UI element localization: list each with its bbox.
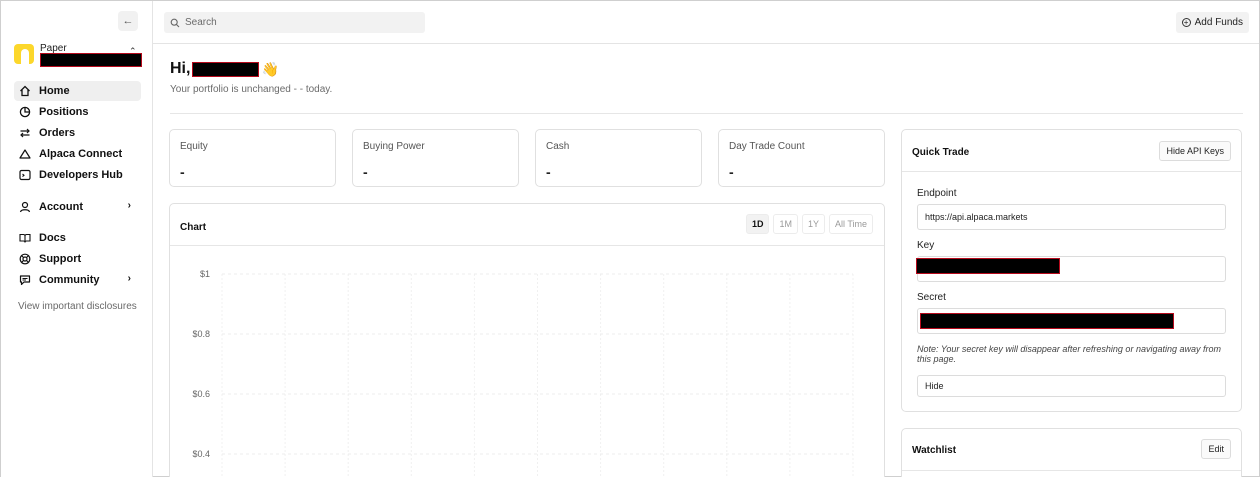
sidebar: ← Paper ⌃ Home Positions Orders Alpaca C…	[1, 1, 153, 477]
y-tick-label: $1	[200, 269, 210, 279]
sidebar-item-community[interactable]: Community ›	[14, 270, 141, 290]
stat-value: -	[546, 164, 551, 180]
stat-value: -	[729, 164, 734, 180]
stat-label: Buying Power	[363, 141, 425, 152]
plus-circle-icon: +	[1181, 18, 1191, 27]
sidebar-item-label: Account	[39, 201, 83, 213]
range-1d[interactable]: 1D	[745, 214, 770, 234]
sidebar-item-home[interactable]: Home	[14, 81, 141, 101]
secret-redacted	[920, 313, 1174, 329]
chat-icon	[18, 273, 32, 287]
stat-label: Equity	[180, 141, 208, 152]
greeting: Hi, 👋	[170, 60, 279, 78]
portfolio-subtitle: Your portfolio is unchanged - - today.	[170, 84, 333, 95]
sidebar-item-support[interactable]: Support	[14, 249, 141, 269]
stat-label: Cash	[546, 141, 570, 152]
sidebar-item-label: Developers Hub	[39, 169, 123, 181]
book-icon	[18, 231, 32, 245]
chevron-right-icon: ›	[127, 200, 131, 211]
key-redacted	[916, 258, 1060, 274]
watchlist-card: Watchlist Edit	[901, 428, 1242, 477]
username-redacted	[192, 61, 260, 77]
sidebar-item-docs[interactable]: Docs	[14, 228, 141, 248]
endpoint-field[interactable]: https://api.alpaca.markets	[917, 204, 1226, 230]
triangle-icon	[18, 147, 32, 161]
quick-trade-card: Quick Trade Hide API Keys Endpoint https…	[901, 129, 1242, 412]
sidebar-item-positions[interactable]: Positions	[14, 102, 141, 122]
stat-card-equity: Equity -	[169, 129, 336, 187]
sidebar-item-orders[interactable]: Orders	[14, 123, 141, 143]
account-name-redacted	[40, 53, 142, 67]
watchlist-edit-button[interactable]: Edit	[1201, 439, 1231, 459]
collapse-sidebar-button[interactable]: ←	[118, 11, 138, 31]
divider	[170, 113, 1243, 114]
sidebar-item-label: Support	[39, 253, 82, 265]
chart-title: Chart	[180, 222, 207, 233]
chart-card: Chart 1D 1M 1Y All Time $1 $0.8 $0.6 $0.4	[169, 203, 885, 477]
range-selector: 1D 1M 1Y All Time	[745, 214, 873, 234]
wave-emoji: 👋	[261, 60, 279, 77]
chevron-updown-icon: ⌃	[129, 46, 137, 56]
user-icon	[18, 200, 32, 214]
chart-plot: $1 $0.8 $0.6 $0.4	[192, 269, 854, 477]
search-icon	[170, 18, 180, 27]
key-label: Key	[917, 240, 935, 251]
quick-trade-divider	[902, 171, 1241, 172]
add-funds-button[interactable]: + Add Funds	[1175, 12, 1249, 33]
range-1y[interactable]: 1Y	[801, 214, 825, 234]
search-input[interactable]: Search	[164, 12, 425, 33]
stat-label: Day Trade Count	[729, 141, 805, 152]
add-funds-label: Add Funds	[1194, 17, 1243, 28]
greeting-hi: Hi,	[170, 60, 191, 77]
account-switcher[interactable]: Paper ⌃	[14, 44, 142, 70]
stat-card-buying-power: Buying Power -	[352, 129, 519, 187]
sidebar-item-label: Docs	[39, 232, 66, 244]
y-tick-label: $0.6	[192, 389, 210, 399]
swap-icon	[18, 126, 32, 140]
sidebar-item-alpaca-connect[interactable]: Alpaca Connect	[14, 144, 141, 164]
search-placeholder: Search	[185, 17, 217, 28]
terminal-icon	[18, 168, 32, 182]
watchlist-divider	[902, 470, 1241, 471]
sidebar-item-account[interactable]: Account ›	[14, 197, 141, 217]
arrow-left-icon: ←	[122, 15, 134, 27]
y-tick-label: $0.8	[192, 329, 210, 339]
y-tick-label: $0.4	[192, 449, 210, 459]
range-all-time[interactable]: All Time	[828, 214, 873, 234]
sidebar-item-developers-hub[interactable]: Developers Hub	[14, 165, 141, 185]
quick-trade-title: Quick Trade	[912, 147, 970, 158]
stat-card-cash: Cash -	[535, 129, 702, 187]
sidebar-item-label: Alpaca Connect	[39, 148, 123, 160]
stat-card-day-trade-count: Day Trade Count -	[718, 129, 885, 187]
stat-value: -	[180, 164, 185, 180]
sidebar-item-label: Orders	[39, 127, 76, 139]
alpaca-logo	[14, 44, 34, 64]
hide-button[interactable]: Hide	[917, 375, 1226, 397]
endpoint-label: Endpoint	[917, 188, 957, 199]
home-icon	[18, 84, 32, 98]
lifebuoy-icon	[18, 252, 32, 266]
sidebar-item-label: Positions	[39, 106, 89, 118]
sidebar-item-label: Community	[39, 274, 100, 286]
sidebar-item-label: Home	[39, 85, 70, 97]
watchlist-title: Watchlist	[912, 445, 957, 456]
chevron-right-icon: ›	[127, 273, 131, 284]
secret-label: Secret	[917, 292, 946, 303]
hide-api-keys-button[interactable]: Hide API Keys	[1159, 141, 1231, 161]
range-1m[interactable]: 1M	[773, 214, 798, 234]
disclosures-link[interactable]: View important disclosures	[18, 301, 137, 312]
positions-icon	[18, 105, 32, 119]
secret-key-note: Note: Your secret key will disappear aft…	[917, 344, 1221, 364]
stat-value: -	[363, 164, 368, 180]
top-bar: Search + Add Funds	[153, 1, 1259, 44]
